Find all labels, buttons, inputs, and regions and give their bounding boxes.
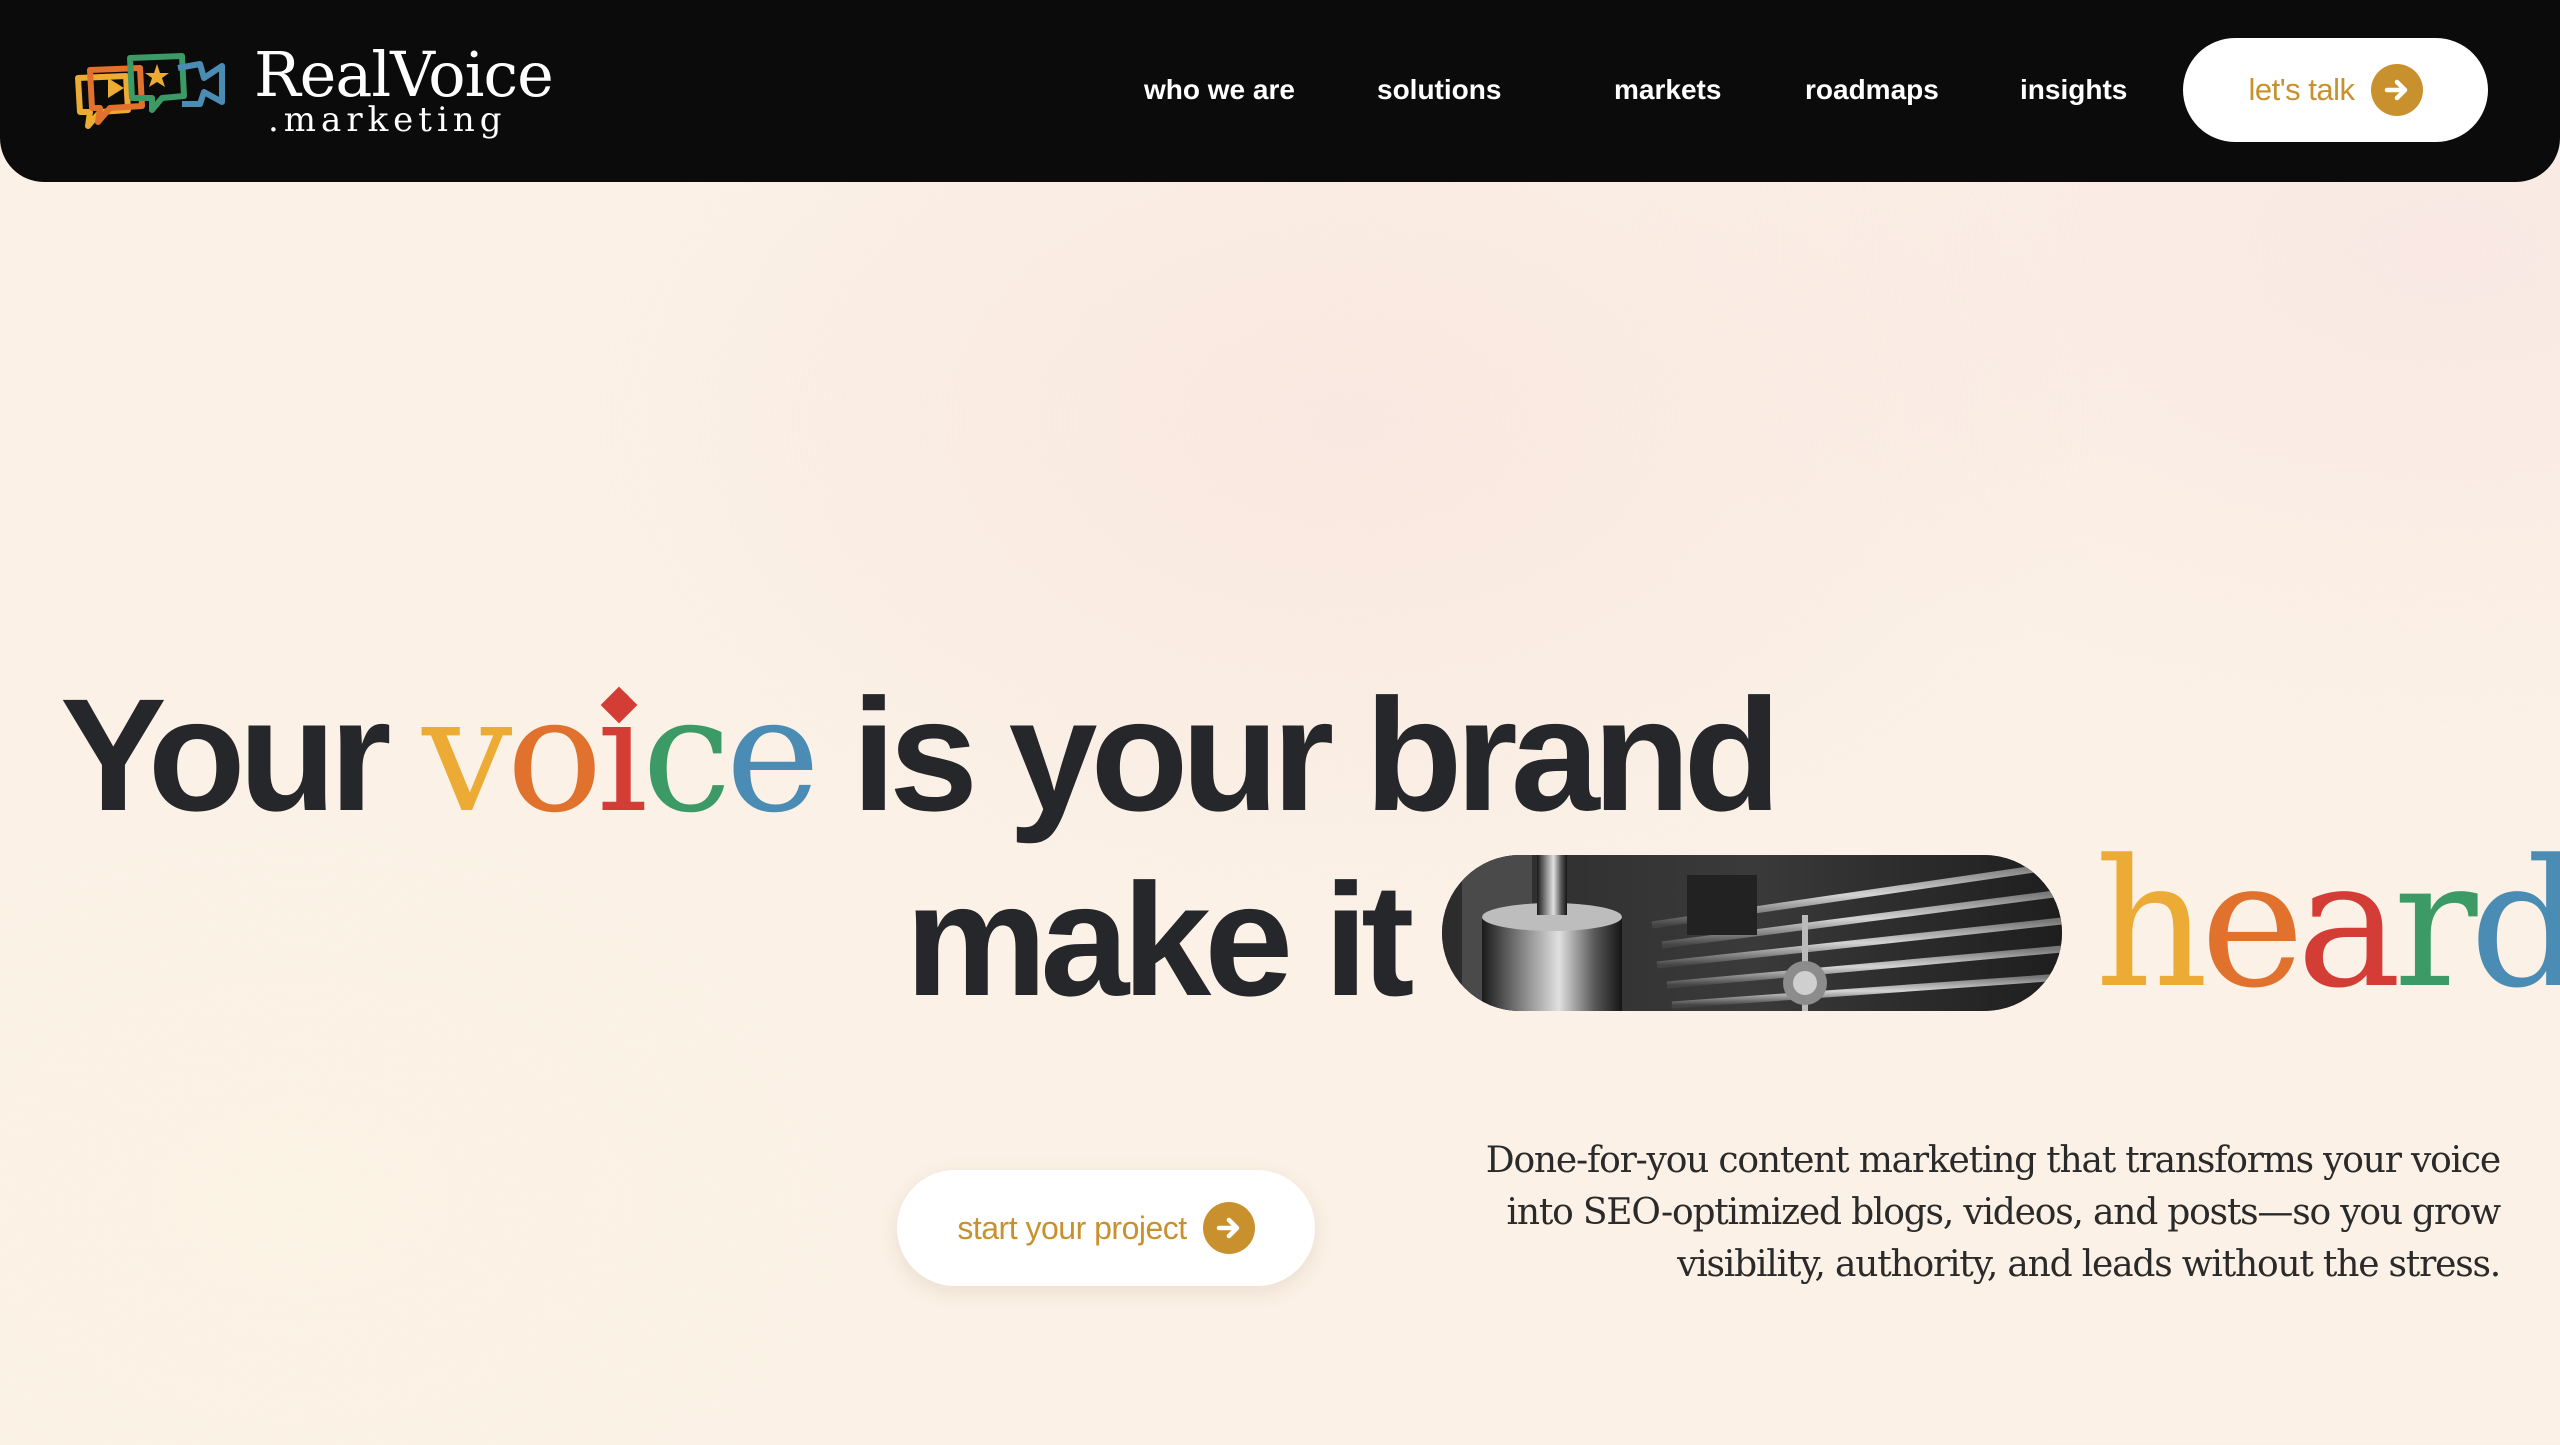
main-nav: who we are solutions markets roadmaps in… (1144, 70, 2127, 110)
studio-equipment-image (1442, 855, 2062, 1011)
hero-description: Done-for-you content marketing that tran… (1485, 1140, 2501, 1285)
hero-pill-video-image (1442, 855, 2062, 1011)
nav-link-insights[interactable]: insights (2020, 70, 2127, 110)
hero-headline-line2: make it (905, 850, 1414, 1030)
voice-letter-o: o (506, 661, 602, 848)
start-your-project-button[interactable]: start your project (897, 1170, 1315, 1286)
voice-letter-c: c (641, 661, 732, 848)
headline-line1-suffix: is your brand (851, 665, 1782, 844)
heard-letter-h: h (2095, 822, 2208, 1027)
voice-letter-v: v (422, 661, 512, 848)
hero-headline-line1: Your voi ce is your brand (60, 670, 1781, 840)
nav-link-solutions[interactable]: solutions (1377, 70, 1614, 110)
headline-make-it: make it (905, 850, 1414, 1029)
headline-word-heard: heard (2095, 835, 2560, 1015)
brand-name: RealVoice (254, 38, 554, 111)
lets-talk-button[interactable]: let's talk (2183, 38, 2488, 142)
speech-bubbles-logo-icon (75, 53, 225, 129)
top-navbar: RealVoice .marketing who we are solution… (0, 0, 2560, 182)
heard-letter-r: r (2393, 822, 2477, 1027)
brand-logo-link[interactable]: RealVoice .marketing (70, 42, 570, 152)
arrow-right-circle-icon (1202, 1202, 1255, 1254)
heard-letter-a: a (2296, 822, 2402, 1027)
nav-link-markets[interactable]: markets (1614, 70, 1805, 110)
start-your-project-label: start your project (957, 1209, 1187, 1246)
voice-letter-i: i (596, 661, 648, 848)
heard-letter-e: e (2200, 822, 2304, 1027)
arrow-right-circle-icon (2370, 64, 2423, 116)
headline-word-your: Your (60, 665, 392, 844)
nav-link-who-we-are[interactable]: who we are (1144, 70, 1377, 110)
voice-letter-e: e (725, 661, 821, 848)
heard-letter-d: d (2469, 822, 2560, 1027)
nav-link-roadmaps[interactable]: roadmaps (1805, 70, 2020, 110)
brand-suffix: .marketing (268, 100, 507, 140)
headline-word-voice: voi ce (422, 661, 821, 848)
lets-talk-label: let's talk (2248, 72, 2355, 107)
